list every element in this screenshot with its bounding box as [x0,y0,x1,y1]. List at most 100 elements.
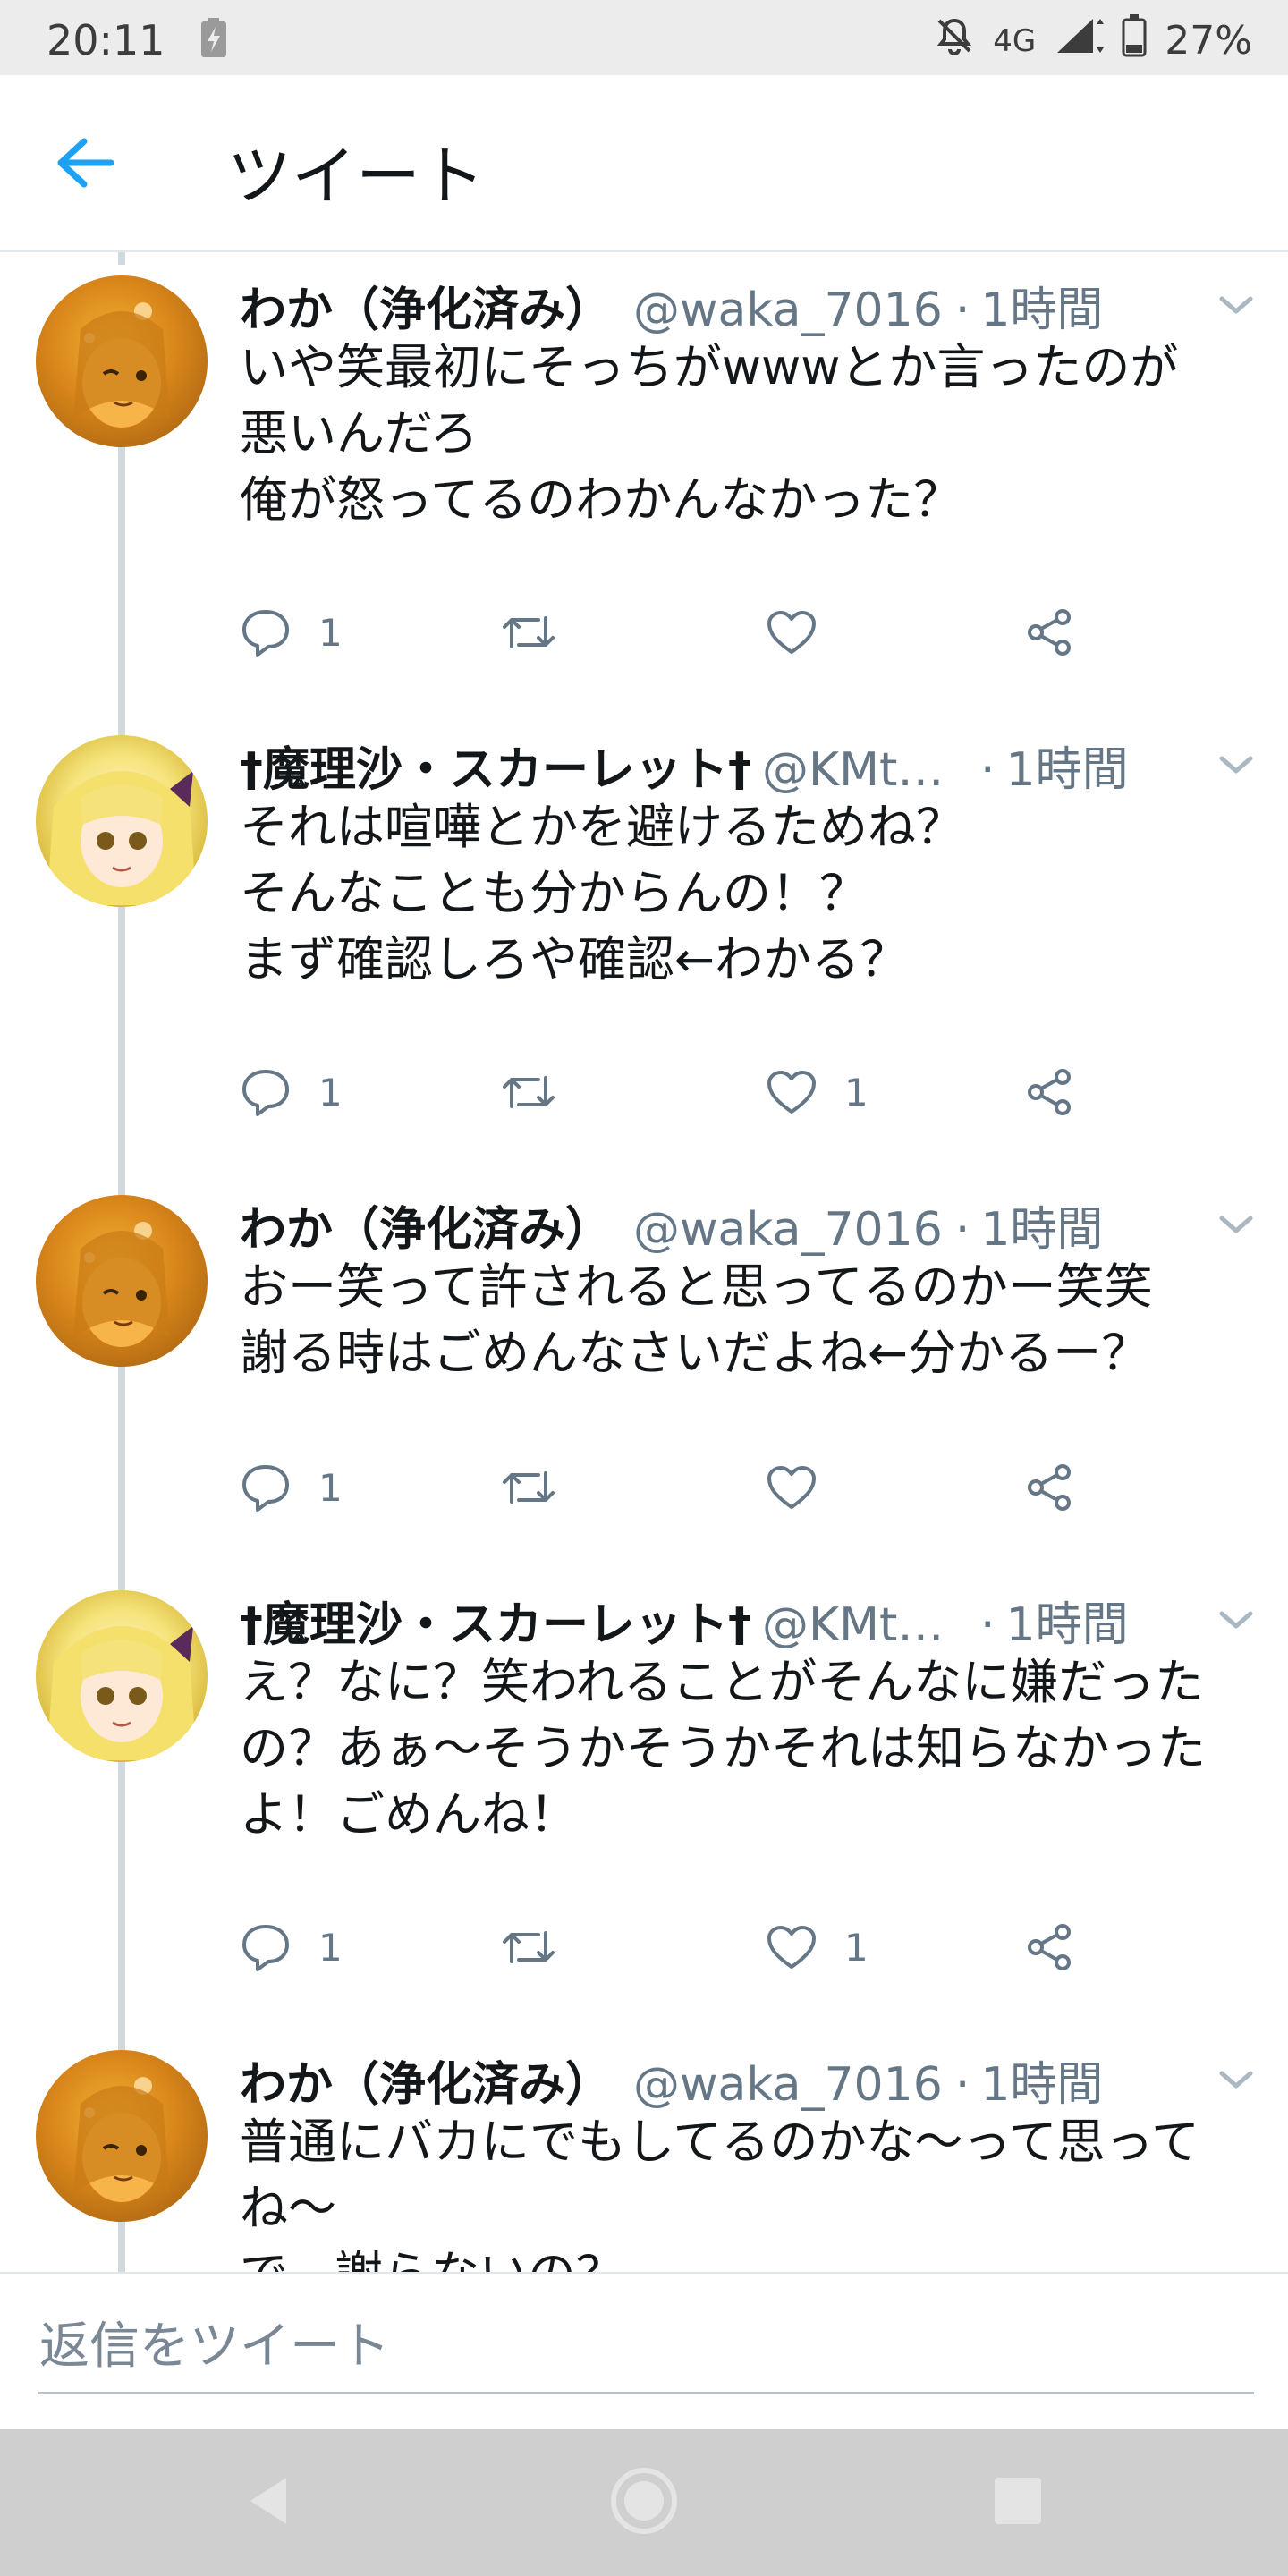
like-button[interactable] [766,601,844,664]
tweet-header: わか（浄化済み） @waka_7016 · 1時間 [240,2046,1233,2112]
nav-home-button[interactable] [608,2465,680,2537]
author-handle[interactable]: @waka_7016 [633,2058,943,2112]
square-recents-icon [995,2478,1041,2524]
tweet-item[interactable]: わか（浄化済み） @waka_7016 · 1時間 普通にバカにでもしてるのかな… [0,2027,1288,2272]
share-icon [1028,1924,1071,1970]
avatar[interactable] [36,1195,208,1367]
author-name[interactable]: †魔理沙・スカーレット† [240,732,751,799]
thread-connector [118,252,125,265]
retweet-button[interactable] [499,1456,585,1519]
heart-icon [767,1071,816,1114]
page-title: ツイート [227,139,486,214]
author-handle[interactable]: @KMto... [762,743,968,797]
tweet-text: え？なに？笑われることがそんなに嫌だった の？あぁ～そうかそうかそれは知らなかっ… [240,1654,1206,1843]
tweet-actions: 1 [240,1456,1098,1519]
tweet-timestamp[interactable]: 1時間 [980,1191,1103,1258]
chevron-down-icon [1219,2071,1253,2089]
tweet-menu-button[interactable] [1216,751,1256,778]
share-icon [1028,1464,1071,1511]
author-handle[interactable]: @waka_7016 [633,1203,943,1257]
battery-level: 27% [1165,18,1252,64]
app-header: ツイート [0,75,1288,252]
separator-dot: · [954,284,970,337]
avatar[interactable] [36,2050,208,2222]
author-name[interactable]: わか（浄化済み） [240,2046,612,2114]
thread-connector [118,2027,125,2050]
battery-saver-icon [199,18,229,63]
thread-connector [118,712,125,735]
back-button[interactable] [54,136,116,190]
network-type: 4G [993,22,1037,59]
reply-button[interactable]: 1 [240,601,343,664]
tweet-actions: 1 [240,601,1098,664]
status-time: 20:11 [47,16,165,64]
heart-icon [767,1466,816,1509]
system-nav-bar [0,2429,1288,2576]
share-button[interactable] [1023,1456,1075,1519]
heart-icon [767,1926,816,1969]
share-button[interactable] [1023,1916,1075,1979]
tweet-actions: 1 1 [240,1061,1098,1123]
reply-icon [242,1070,289,1116]
like-button[interactable]: 1 [766,1916,869,1979]
chevron-down-icon [1219,296,1253,314]
author-name[interactable]: わか（浄化済み） [240,1191,612,1258]
avatar[interactable] [36,735,208,907]
status-bar: 20:11 4G 27% [0,0,1288,75]
retweet-button[interactable] [499,1916,585,1979]
tweet-menu-button[interactable] [1216,1606,1256,1633]
tweet-text: おー笑って許されると思ってるのかー笑笑 謝る時はごめんなさいだよね←分かるー？ [240,1258,1153,1381]
tweet-header: †魔理沙・スカーレット† @KMto... · 1時間 [240,1587,1233,1652]
reply-button[interactable]: 1 [240,1061,343,1123]
nav-recents-button[interactable] [982,2465,1054,2537]
tweet-timestamp[interactable]: 1時間 [980,272,1103,339]
reply-count: 1 [318,610,343,655]
retweet-button[interactable] [499,601,585,664]
separator-dot: · [954,2058,970,2112]
notifications-off-icon [934,15,975,66]
author-name[interactable]: わか（浄化済み） [240,272,612,339]
tweet-item[interactable]: †魔理沙・スカーレット† @KMto... · 1時間 え？なに？笑われることが… [0,1567,1288,2027]
like-count: 1 [844,1070,869,1114]
tweet-item[interactable]: わか（浄化済み） @waka_7016 · 1時間 おー笑って許されると思ってる… [0,1172,1288,1567]
separator-dot: · [980,1598,996,1652]
share-icon [1028,1069,1071,1115]
tweet-item[interactable]: †魔理沙・スカーレット† @KMto... · 1時間 それは喧嘩とかを避けるた… [0,712,1288,1172]
reply-icon [242,1465,289,1512]
tweet-item[interactable]: わか（浄化済み） @waka_7016 · 1時間 いや笑最初にそっちがwwwと… [0,252,1288,712]
reply-count: 1 [318,1465,343,1510]
share-button[interactable] [1023,1061,1075,1123]
tweet-timestamp[interactable]: 1時間 [1006,1587,1129,1654]
tweet-menu-button[interactable] [1216,1211,1256,1238]
tweet-header: †魔理沙・スカーレット† @KMto... · 1時間 [240,732,1233,797]
retweet-button[interactable] [499,1061,585,1123]
chevron-down-icon [1219,1216,1253,1233]
reply-input[interactable] [38,2301,1254,2394]
signal-icon [1054,15,1105,66]
avatar[interactable] [36,275,208,447]
tweet-timestamp[interactable]: 1時間 [1006,732,1129,799]
avatar[interactable] [36,1590,208,1762]
author-handle[interactable]: @KMto... [762,1598,968,1652]
thread-connector [118,2222,125,2272]
reply-count: 1 [318,1925,343,1970]
reply-icon [242,610,289,657]
arrow-left-icon [57,138,114,188]
author-name[interactable]: †魔理沙・スカーレット† [240,1587,751,1654]
chevron-down-icon [1219,1611,1253,1629]
chevron-down-icon [1219,756,1253,774]
reply-button[interactable]: 1 [240,1916,343,1979]
battery-icon [1122,14,1147,67]
author-handle[interactable]: @waka_7016 [633,284,943,337]
like-button[interactable] [766,1456,844,1519]
reply-button[interactable]: 1 [240,1456,343,1519]
thread-connector [118,1762,125,2027]
tweet-timestamp[interactable]: 1時間 [980,2046,1103,2114]
nav-back-button[interactable] [234,2465,306,2537]
tweet-thread[interactable]: わか（浄化済み） @waka_7016 · 1時間 いや笑最初にそっちがwwwと… [0,252,1288,2272]
tweet-menu-button[interactable] [1216,2066,1256,2093]
share-button[interactable] [1023,601,1075,664]
tweet-menu-button[interactable] [1216,292,1256,318]
tweet-text: それは喧嘩とかを避けるためね？ そんなことも分からんの！？ まず確認しろや確認←… [240,799,964,987]
like-button[interactable]: 1 [766,1061,869,1123]
